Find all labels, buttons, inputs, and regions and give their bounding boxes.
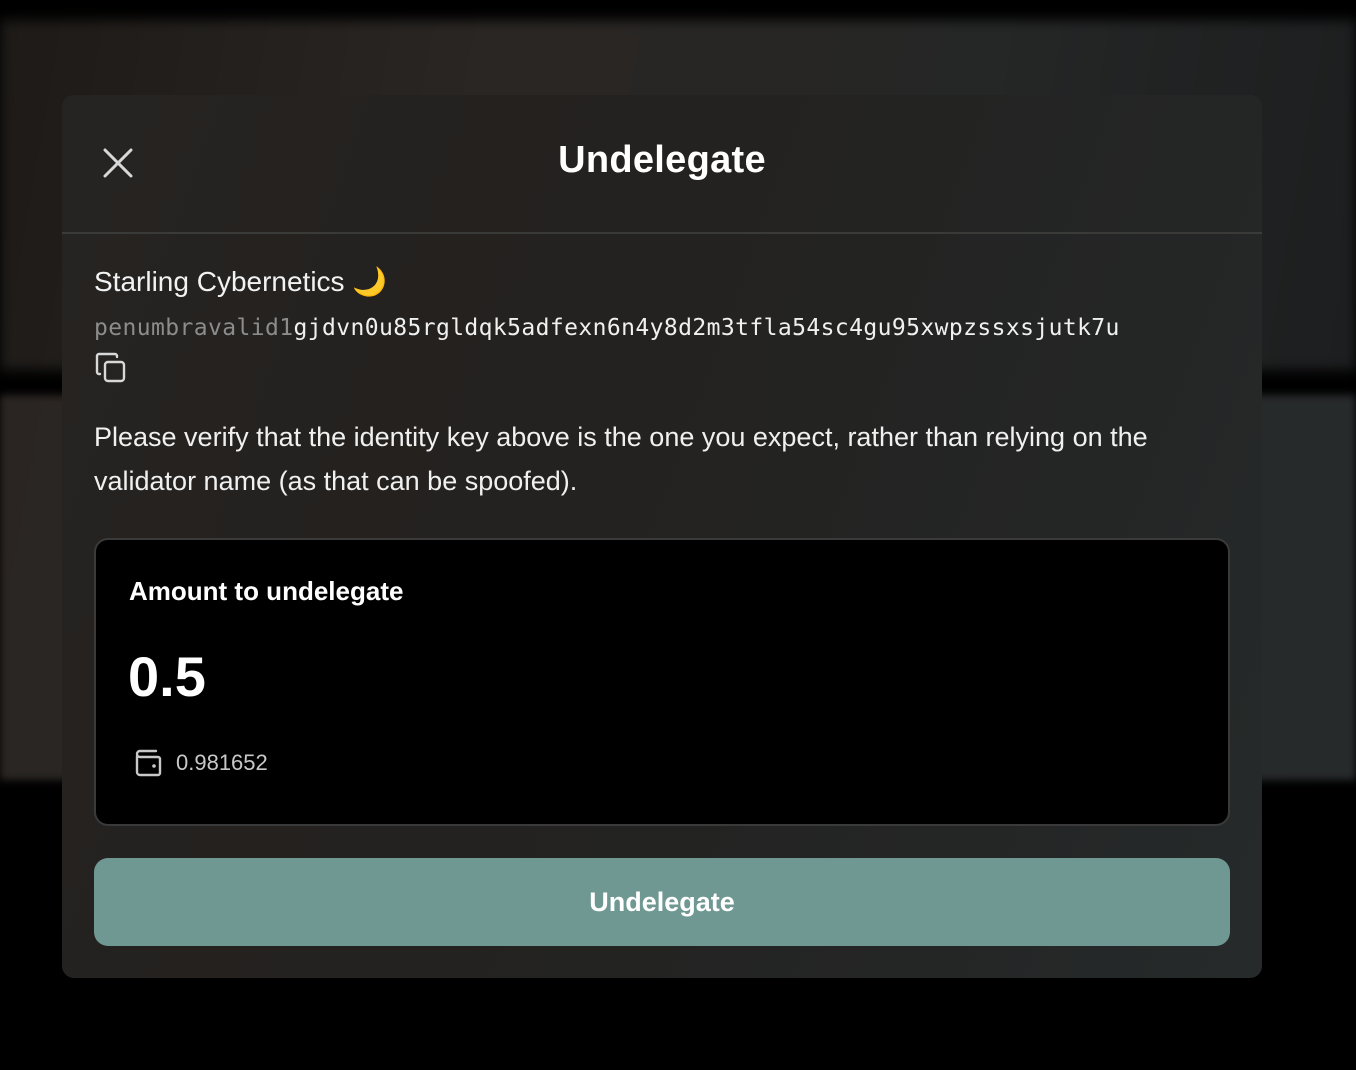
- spoofing-warning: Please verify that the identity key abov…: [94, 422, 1148, 496]
- amount-label: Amount to undelegate: [129, 576, 404, 606]
- wallet-icon: [135, 749, 162, 777]
- undelegate-dialog: Undelegate Starling Cybernetics 🌙 penumb…: [62, 95, 1262, 978]
- validator-name: Starling Cybernetics 🌙: [94, 266, 388, 297]
- copy-identity-key-button[interactable]: [94, 351, 128, 385]
- amount-card: Amount to undelegate 0.981652: [94, 538, 1230, 826]
- dialog-header: Undelegate: [62, 95, 1262, 234]
- undelegate-button[interactable]: Undelegate: [94, 858, 1230, 946]
- copy-icon: [95, 352, 126, 383]
- balance-value: 0.981652: [176, 750, 268, 775]
- dialog-title: Undelegate: [558, 139, 766, 181]
- identity-key-body: gjdvn0u85rgldqk5adfexn6n4y8d2m3tfla54sc4…: [293, 315, 1120, 341]
- identity-key: penumbravalid1gjdvn0u85rgldqk5adfexn6n4y…: [94, 315, 1120, 341]
- balance-button[interactable]: 0.981652: [132, 747, 268, 779]
- identity-key-prefix: penumbravalid1: [94, 315, 294, 341]
- amount-input[interactable]: [128, 644, 1028, 709]
